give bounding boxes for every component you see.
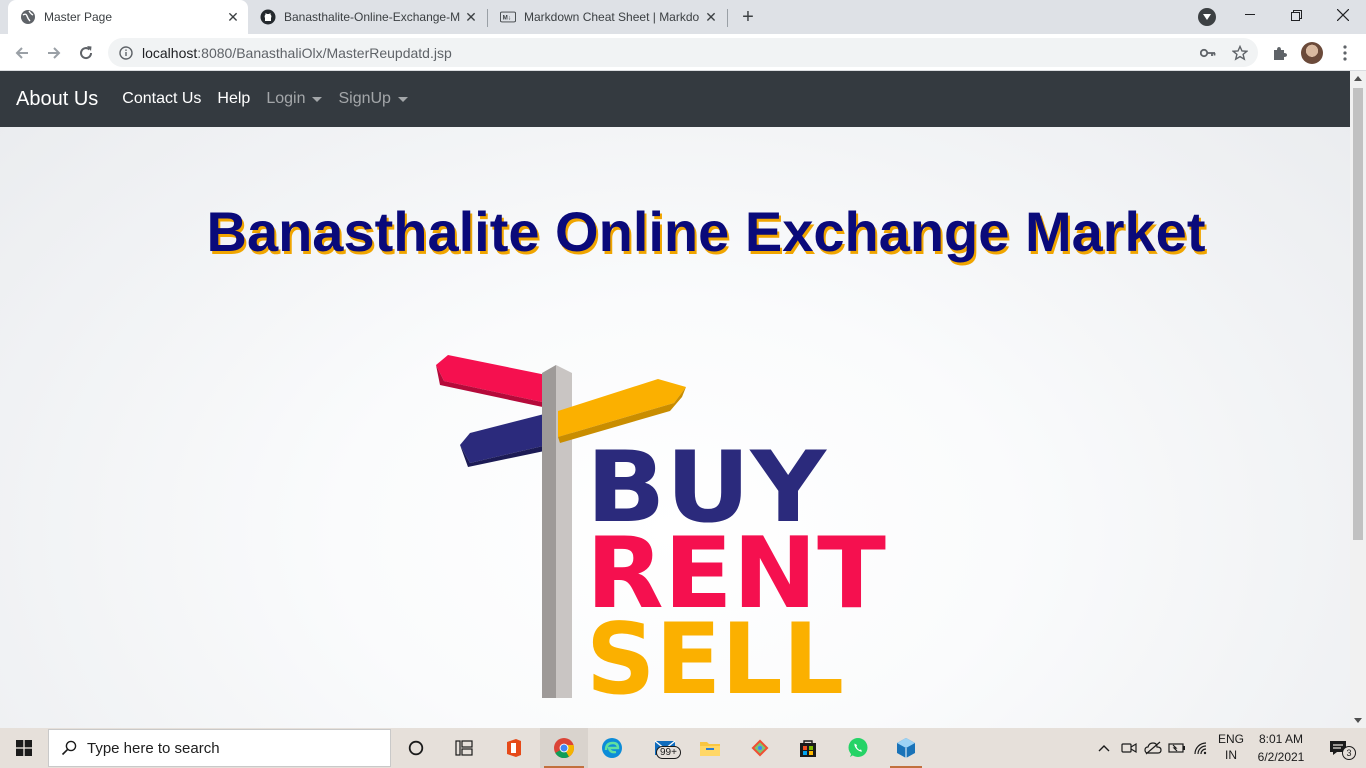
navbar-brand-about-us[interactable]: About Us	[16, 88, 98, 111]
tab-title: Banasthalite-Online-Exchange-M	[284, 10, 461, 24]
windows-start-icon[interactable]	[0, 728, 48, 768]
office-app-icon[interactable]	[494, 728, 534, 768]
onedrive-icon[interactable]	[1142, 728, 1164, 768]
mail-badge-count: 99+	[656, 746, 681, 759]
windows-taskbar: Type here to search 99+ ENG IN 8:01 AM 6…	[0, 728, 1366, 768]
minimize-icon[interactable]	[1227, 0, 1273, 30]
wifi-icon[interactable]	[1190, 728, 1212, 768]
tab-master-page[interactable]: Master Page ✕	[8, 0, 248, 34]
signup-label: SignUp	[338, 90, 391, 107]
file-explorer-icon[interactable]	[690, 728, 730, 768]
signpost-logo-graphic: BUY RENT SELL	[436, 355, 886, 717]
close-tab-icon[interactable]: ✕	[224, 8, 242, 26]
page-viewport: About Us Contact Us Help Login SignUp Ba…	[0, 71, 1350, 728]
taskbar-search-box[interactable]: Type here to search	[48, 729, 391, 767]
tab-title: Markdown Cheat Sheet | Markdo	[524, 10, 700, 24]
git-app-icon[interactable]	[740, 728, 780, 768]
key-icon[interactable]	[1197, 42, 1219, 64]
new-tab-button[interactable]: +	[736, 6, 760, 28]
page-title: Banasthalite Online Exchange Market	[206, 200, 1206, 263]
login-label: Login	[266, 90, 306, 107]
reload-icon[interactable]	[72, 39, 100, 67]
virtualbox-app-icon[interactable]	[886, 728, 926, 768]
svg-text:M↓: M↓	[503, 15, 511, 22]
url-path: :8080/BanasthaliOlx/MasterReupdatd.jsp	[197, 44, 452, 61]
scrollbar-thumb[interactable]	[1353, 88, 1363, 540]
chrome-app-icon[interactable]	[540, 728, 588, 768]
tab-title: Master Page	[44, 10, 113, 24]
task-view-icon[interactable]	[444, 728, 484, 768]
store-app-icon[interactable]	[788, 728, 828, 768]
cortana-icon[interactable]	[396, 728, 436, 768]
search-icon	[61, 740, 77, 756]
edge-app-icon[interactable]	[592, 728, 632, 768]
nav-dropdown-login[interactable]: Login	[266, 90, 323, 108]
nav-link-help[interactable]: Help	[217, 90, 250, 108]
github-icon	[260, 9, 276, 25]
bookmark-star-icon[interactable]	[1229, 42, 1251, 64]
nav-dropdown-signup[interactable]: SignUp	[338, 90, 408, 108]
close-window-icon[interactable]	[1320, 0, 1366, 30]
url-text: localhost:8080/BanasthaliOlx/MasterReupd…	[142, 45, 452, 61]
back-arrow-icon[interactable]	[8, 39, 36, 67]
scroll-up-arrow-icon[interactable]	[1354, 76, 1362, 81]
language-code: ENG	[1217, 732, 1244, 746]
caret-down-icon	[397, 96, 408, 102]
meet-now-icon[interactable]	[1118, 728, 1140, 768]
profile-avatar[interactable]	[1301, 42, 1323, 64]
logo-word-sell: SELL	[586, 603, 844, 703]
notifications-icon[interactable]: 3	[1318, 728, 1358, 768]
caret-down-icon	[312, 96, 323, 102]
markdown-icon: M↓	[500, 9, 516, 25]
region-code: IN	[1225, 748, 1237, 762]
clock-time: 8:01 AM	[1258, 732, 1304, 746]
tab-github[interactable]: Banasthalite-Online-Exchange-M ✕	[248, 0, 486, 34]
globe-icon	[20, 9, 36, 25]
buy-rent-sell-logo: BUY RENT SELL	[430, 353, 890, 717]
whatsapp-app-icon[interactable]	[838, 728, 878, 768]
mail-app-icon[interactable]: 99+	[642, 728, 690, 768]
battery-icon[interactable]	[1166, 728, 1188, 768]
extensions-puzzle-icon[interactable]	[1269, 42, 1291, 64]
tab-markdown[interactable]: M↓ Markdown Cheat Sheet | Markdo ✕	[488, 0, 726, 34]
info-icon[interactable]	[118, 45, 134, 61]
clock[interactable]: 8:01 AM 6/2/2021	[1250, 732, 1312, 764]
menu-kebab-icon[interactable]	[1334, 42, 1356, 64]
tab-search-icon[interactable]	[1198, 8, 1216, 26]
url-host: localhost	[142, 44, 198, 61]
restore-icon[interactable]	[1273, 0, 1319, 30]
tab-divider	[727, 9, 728, 27]
scroll-down-arrow-icon[interactable]	[1354, 718, 1362, 723]
close-tab-icon[interactable]: ✕	[462, 8, 480, 26]
site-navbar: About Us Contact Us Help Login SignUp	[0, 71, 1350, 127]
show-hidden-icons-chevron-icon[interactable]	[1094, 728, 1114, 768]
input-language[interactable]: ENG IN	[1214, 732, 1248, 762]
page-scrollbar[interactable]	[1350, 71, 1366, 728]
browser-toolbar: localhost:8080/BanasthaliOlx/MasterReupd…	[0, 34, 1366, 71]
clock-date: 6/2/2021	[1257, 750, 1305, 764]
close-tab-icon[interactable]: ✕	[702, 8, 720, 26]
forward-arrow-icon[interactable]	[40, 39, 68, 67]
search-placeholder: Type here to search	[87, 739, 220, 757]
address-bar[interactable]: localhost:8080/BanasthaliOlx/MasterReupd…	[108, 38, 1258, 67]
nav-link-contact-us[interactable]: Contact Us	[122, 90, 201, 108]
browser-tab-strip: Master Page ✕ Banasthalite-Online-Exchan…	[0, 0, 1366, 34]
notification-count-badge: 3	[1342, 746, 1356, 760]
